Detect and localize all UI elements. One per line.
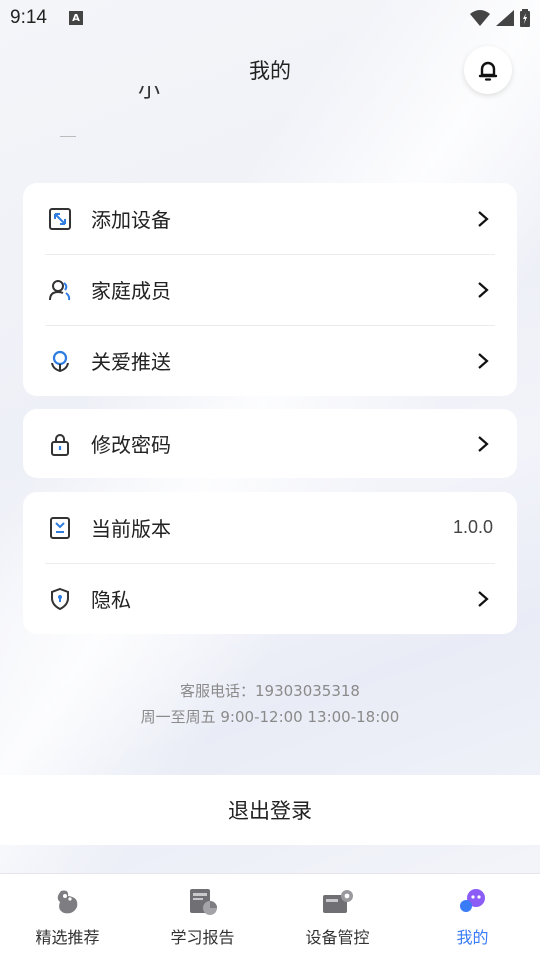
- add-device-icon: [47, 206, 73, 232]
- menu-item-label: 关爱推送: [91, 350, 171, 374]
- menu-item-label: 添加设备: [91, 208, 171, 232]
- bottom-tab-bar: 精选推荐 学习报告 设备管控 我的: [0, 873, 540, 960]
- battery-icon: [520, 9, 530, 27]
- menu-item-privacy[interactable]: 隐私: [23, 563, 517, 634]
- signal-icon: [496, 10, 514, 26]
- tab-label: 学习报告: [170, 928, 235, 947]
- device-control-icon: [321, 886, 355, 918]
- tab-device-control[interactable]: 设备管控: [270, 874, 405, 960]
- menu-item-family-members[interactable]: 家庭成员: [23, 254, 517, 325]
- menu-item-change-password[interactable]: 修改密码: [23, 409, 517, 478]
- chevron-right-icon: [473, 351, 493, 371]
- notification-button[interactable]: [464, 46, 512, 94]
- version-value: 1.0.0: [452, 517, 493, 537]
- lock-icon: [47, 431, 73, 457]
- menu-item-current-version[interactable]: 当前版本 1.0.0: [23, 492, 517, 563]
- wifi-icon: [470, 10, 490, 26]
- page-header: 我的: [0, 44, 540, 96]
- menu-item-label: 当前版本: [91, 517, 171, 541]
- customer-support-info: 客服电话：19303035318 周一至周五 9:00-12:00 13:00-…: [0, 678, 540, 730]
- family-members-icon: [47, 277, 73, 303]
- notification-app-icon: A: [68, 11, 83, 25]
- menu-item-add-device[interactable]: 添加设备: [23, 183, 517, 254]
- support-hours: 周一至周五 9:00-12:00 13:00-18:00: [140, 708, 400, 726]
- logout-label: 退出登录: [228, 799, 312, 823]
- study-report-icon: [186, 886, 220, 918]
- tab-study-report[interactable]: 学习报告: [135, 874, 270, 960]
- chevron-right-icon: [473, 434, 493, 454]
- tab-mine[interactable]: 我的: [405, 874, 540, 960]
- menu-item-label: 修改密码: [91, 433, 171, 457]
- menu-card-device: 添加设备 家庭成员 关爱推送: [23, 183, 517, 396]
- chevron-right-icon: [473, 280, 493, 300]
- mine-chat-icon: [456, 886, 490, 918]
- status-bar: 9:14 A: [0, 0, 540, 36]
- status-time: 9:14: [10, 7, 47, 28]
- bell-icon: [478, 61, 498, 81]
- menu-item-care-push[interactable]: 关爱推送: [23, 325, 517, 396]
- featured-icon: [51, 886, 85, 918]
- version-icon: [47, 515, 73, 541]
- tab-featured[interactable]: 精选推荐: [0, 874, 135, 960]
- tab-label: 精选推荐: [35, 928, 100, 947]
- page-title: 我的: [249, 59, 291, 83]
- chevron-right-icon: [473, 209, 493, 229]
- profile-divider: [60, 136, 76, 137]
- menu-item-label: 隐私: [91, 588, 131, 612]
- privacy-shield-icon: [47, 586, 73, 612]
- care-push-icon: [47, 348, 73, 374]
- tab-label: 设备管控: [305, 928, 370, 947]
- menu-card-password: 修改密码: [23, 409, 517, 478]
- chevron-right-icon: [473, 589, 493, 609]
- logout-button[interactable]: 退出登录: [0, 775, 540, 845]
- menu-item-label: 家庭成员: [91, 279, 171, 303]
- menu-card-info: 当前版本 1.0.0 隐私: [23, 492, 517, 634]
- tab-label: 我的: [456, 928, 489, 947]
- support-phone: 客服电话：19303035318: [180, 682, 360, 700]
- profile-name-partial: 小: [138, 86, 161, 103]
